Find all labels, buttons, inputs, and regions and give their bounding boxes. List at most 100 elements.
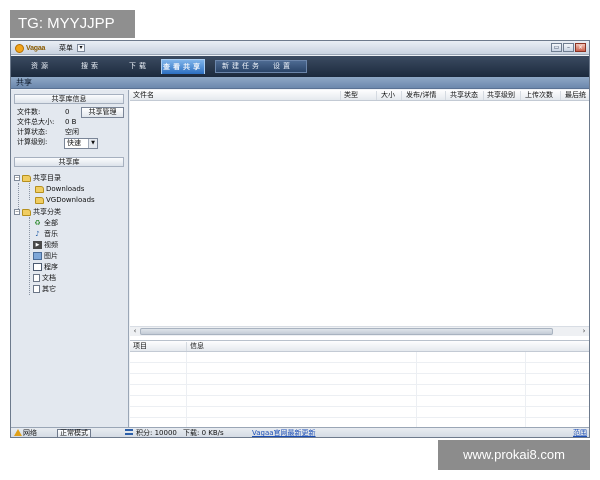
- file-table-header: 文件名 类型 大小 发布/详情 共享状态 共享级别 上传次数 最后统: [130, 90, 589, 101]
- tree-item-vgdownloads[interactable]: VGDownloads: [35, 195, 95, 205]
- file-list-panel: 文件名 类型 大小 发布/详情 共享状态 共享级别 上传次数 最后统 ‹ › 项…: [130, 90, 589, 428]
- calc-level-label: 计算级别:: [17, 138, 48, 146]
- col-type[interactable]: 类型: [344, 91, 358, 100]
- info-table-header: 项目 信息: [130, 341, 589, 352]
- col-divider[interactable]: [483, 91, 484, 100]
- tree-label: 全部: [44, 219, 58, 227]
- program-icon: [33, 263, 42, 271]
- col-divider[interactable]: [520, 91, 521, 100]
- file-count-value: 0: [65, 108, 70, 116]
- tree-share-directory[interactable]: − 共享目录: [14, 173, 61, 183]
- col-divider[interactable]: [401, 91, 402, 100]
- section-title: 共享: [16, 78, 32, 87]
- info-column-line: [186, 352, 187, 428]
- collapse-icon[interactable]: −: [14, 175, 20, 181]
- share-manage-button[interactable]: 共享管理: [81, 107, 124, 118]
- network-status[interactable]: 网络: [14, 428, 37, 437]
- calc-state-label: 计算状态:: [17, 128, 48, 136]
- collapse-icon[interactable]: −: [14, 209, 20, 215]
- tree-item-downloads[interactable]: Downloads: [35, 184, 84, 194]
- col-divider[interactable]: [445, 91, 446, 100]
- col-item[interactable]: 项目: [133, 342, 147, 351]
- scroll-left-icon[interactable]: ‹: [130, 327, 140, 336]
- col-last-stat[interactable]: 最后统: [565, 91, 586, 100]
- col-share-status[interactable]: 共享状态: [450, 91, 478, 100]
- speed-icon: [125, 429, 133, 435]
- tree-item-all[interactable]: ♻ 全部: [33, 218, 58, 228]
- col-size[interactable]: 大小: [381, 91, 395, 100]
- download-speed: 下载: 0 KB/s: [183, 429, 224, 437]
- col-upload-count[interactable]: 上传次数: [525, 91, 553, 100]
- tree-item-video[interactable]: ▶ 视频: [33, 240, 58, 250]
- other-file-icon: [33, 285, 40, 293]
- tree-label: 图片: [44, 252, 58, 260]
- restore-button[interactable]: ▭: [551, 43, 562, 52]
- app-logo: Vagaa: [15, 43, 49, 53]
- tab-search[interactable]: 搜索: [69, 60, 113, 73]
- col-divider[interactable]: [340, 91, 341, 100]
- image-icon: [33, 252, 42, 260]
- folder-icon: [35, 185, 44, 193]
- sidebar: 共享库信息 文件数: 0 共享管理 文件总大小: 0 B 计算状态: 空闲 计算…: [11, 90, 129, 427]
- close-button[interactable]: ×: [575, 43, 586, 52]
- network-label: 网络: [23, 429, 37, 437]
- chevron-down-icon: ▼: [88, 139, 97, 148]
- info-panel: 项目 信息: [130, 340, 589, 428]
- status-bar: 网络 正常模式 积分: 10000 下载: 0 KB/s Vagaa官网最新更新…: [11, 427, 589, 437]
- col-divider[interactable]: [560, 91, 561, 100]
- status-right-link[interactable]: 范围: [573, 428, 587, 437]
- tab-settings[interactable]: 设置: [263, 60, 303, 73]
- tree-item-document[interactable]: 文档: [33, 273, 56, 283]
- col-publish[interactable]: 发布/详情: [406, 91, 436, 100]
- main-nav: 资源 搜索 下载 查看共享 新建任务 设置: [11, 56, 589, 77]
- share-library-header[interactable]: 共享库: [14, 157, 124, 167]
- info-table-body: [130, 352, 589, 428]
- menu-dropdown-icon[interactable]: ▾: [77, 44, 85, 52]
- tree-label: 共享目录: [33, 174, 61, 182]
- points-value: 积分: 10000: [136, 429, 177, 437]
- tree-item-other[interactable]: 其它: [33, 284, 56, 294]
- col-divider[interactable]: [186, 342, 187, 351]
- warning-icon: [14, 429, 22, 436]
- folder-icon: [35, 196, 44, 204]
- tree-item-music[interactable]: ♪ 音乐: [33, 229, 58, 239]
- file-count-label: 文件数:: [17, 108, 41, 116]
- col-divider[interactable]: [376, 91, 377, 100]
- folder-icon: [22, 208, 31, 216]
- watermark-bottom: www.prokai8.com: [438, 440, 590, 470]
- calc-level-select[interactable]: 快速 ▼: [64, 138, 98, 149]
- scroll-right-icon[interactable]: ›: [579, 327, 589, 336]
- tree-share-category[interactable]: − 共享分类: [14, 207, 61, 217]
- tree-label: 文档: [42, 274, 56, 282]
- title-bar: Vagaa 菜单 ▾ ▭ – ×: [11, 41, 589, 55]
- tab-download[interactable]: 下载: [117, 60, 161, 73]
- share-info-header[interactable]: 共享库信息: [14, 94, 124, 104]
- update-link[interactable]: Vagaa官网最新更新: [252, 428, 316, 437]
- points-status: 积分: 10000: [125, 428, 177, 437]
- tab-new-task[interactable]: 新建任务: [217, 60, 267, 73]
- music-icon: ♪: [35, 230, 40, 238]
- col-share-level[interactable]: 共享级别: [487, 91, 515, 100]
- horizontal-scrollbar[interactable]: ‹ ›: [130, 326, 589, 336]
- watermark-top: TG: MYYJJPP: [10, 10, 135, 38]
- col-info[interactable]: 信息: [190, 342, 204, 351]
- mode-button[interactable]: 正常模式: [57, 429, 91, 437]
- minimize-button[interactable]: –: [563, 43, 574, 52]
- total-size-label: 文件总大小:: [17, 118, 55, 126]
- document-icon: [33, 274, 40, 282]
- info-column-line: [525, 352, 526, 428]
- tab-resources[interactable]: 资源: [19, 60, 63, 73]
- total-size-value: 0 B: [65, 118, 77, 126]
- tree-label: 程序: [44, 263, 58, 271]
- main-menu-button[interactable]: 菜单: [59, 43, 73, 53]
- logo-text: Vagaa: [26, 44, 46, 52]
- scrollbar-thumb[interactable]: [140, 328, 553, 335]
- section-bar: 共享: [11, 77, 589, 89]
- tree-item-image[interactable]: 图片: [33, 251, 58, 261]
- all-files-icon: ♻: [34, 219, 41, 227]
- col-filename[interactable]: 文件名: [133, 91, 154, 100]
- tree-label: 视频: [44, 241, 58, 249]
- tree-item-program[interactable]: 程序: [33, 262, 58, 272]
- tree-label: 音乐: [44, 230, 58, 238]
- tab-view-share[interactable]: 查看共享: [161, 59, 205, 74]
